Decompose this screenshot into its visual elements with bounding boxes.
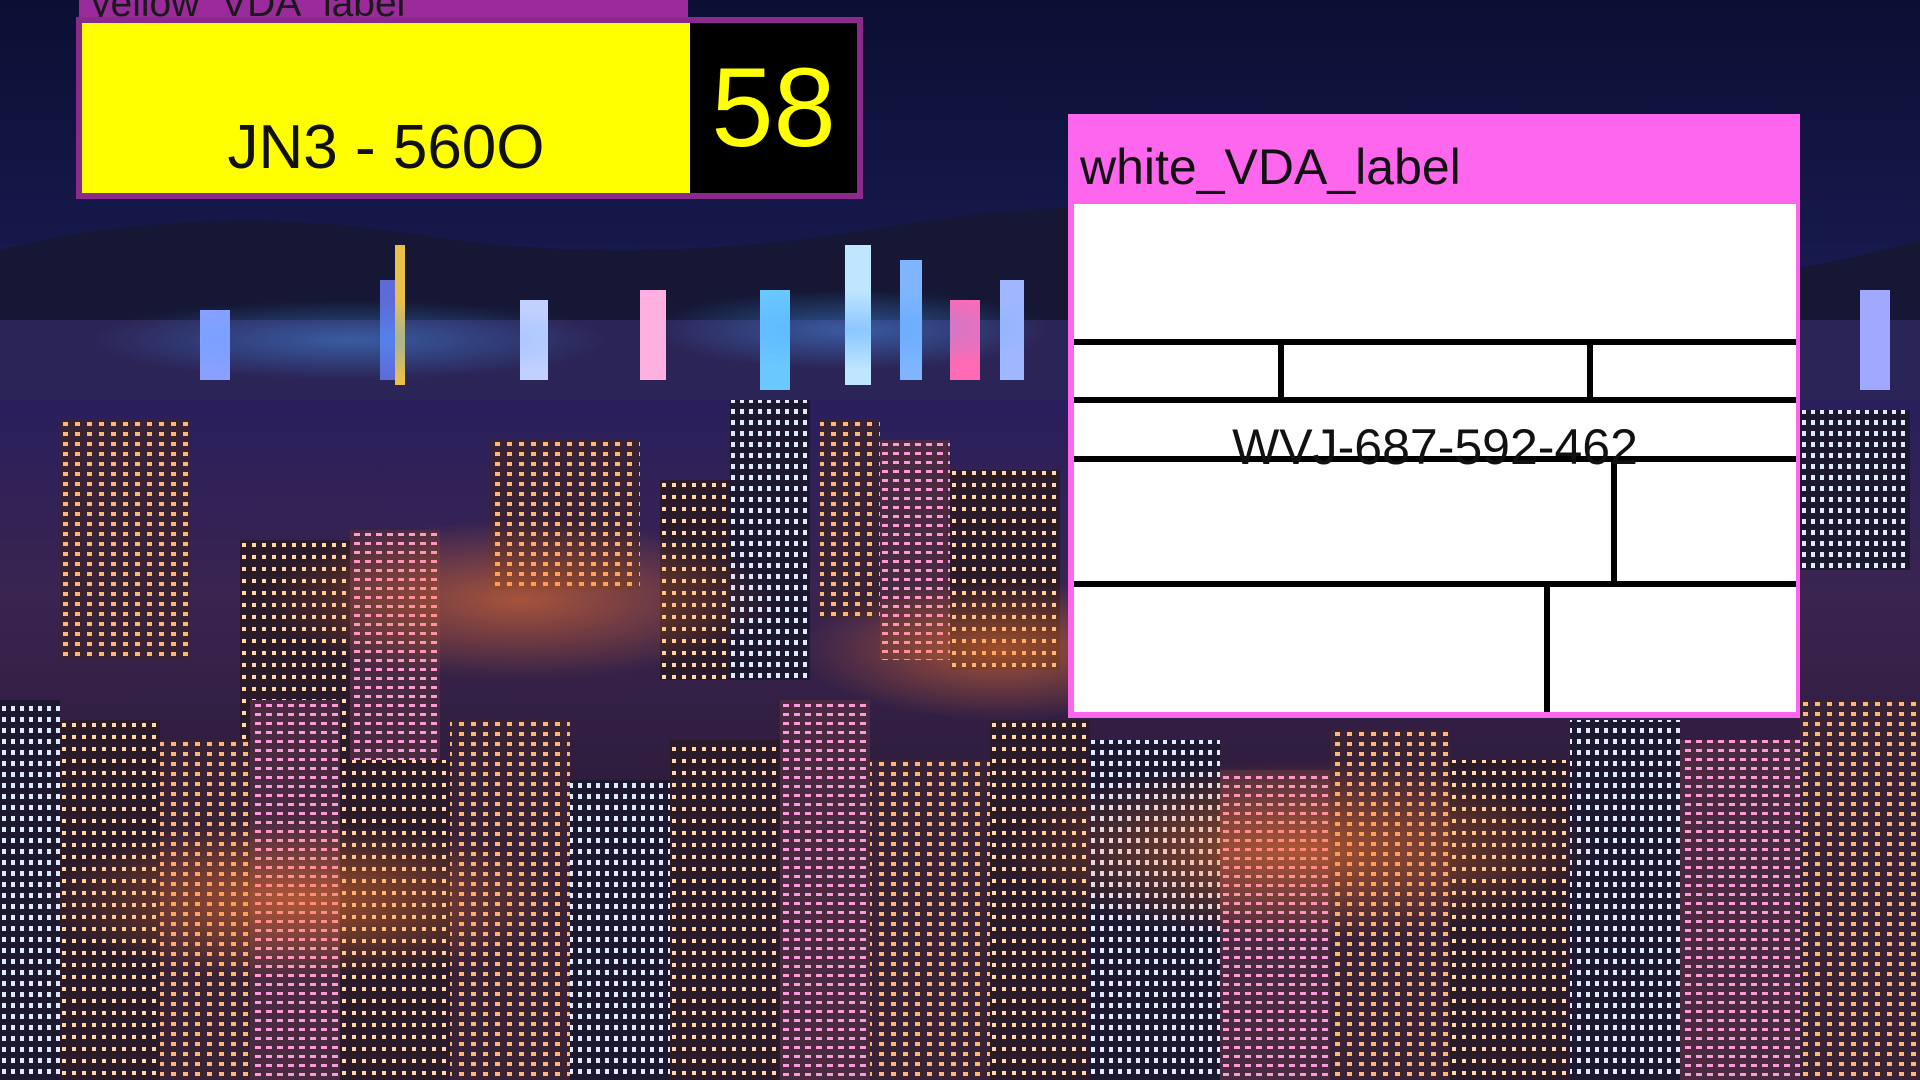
grid-line (1074, 397, 1796, 403)
white-label-title: white_VDA_label (1080, 139, 1461, 195)
yellow-label-number: 58 (711, 45, 836, 170)
grid-line (1278, 339, 1284, 397)
yellow-label-code: JN3 - 560O (227, 113, 545, 182)
white-label-body: WVJ-687-592-462 (1074, 204, 1796, 712)
grid-line (1074, 581, 1796, 587)
grid-line (1074, 339, 1796, 345)
scene: yellow_VDA_label JN3 - 560O 58 white_VDA… (0, 0, 1920, 1080)
white-label-code: WVJ-687-592-462 (1232, 419, 1638, 475)
grid-line (1587, 339, 1593, 397)
yellow-vda-label: JN3 - 560O 58 (76, 17, 863, 199)
yellow-label-main-panel: JN3 - 560O (82, 23, 690, 193)
grid-line (1544, 581, 1550, 712)
yellow-label-number-box: 58 (690, 23, 857, 193)
white-vda-label: white_VDA_label WVJ-687-592-462 (1068, 114, 1800, 718)
